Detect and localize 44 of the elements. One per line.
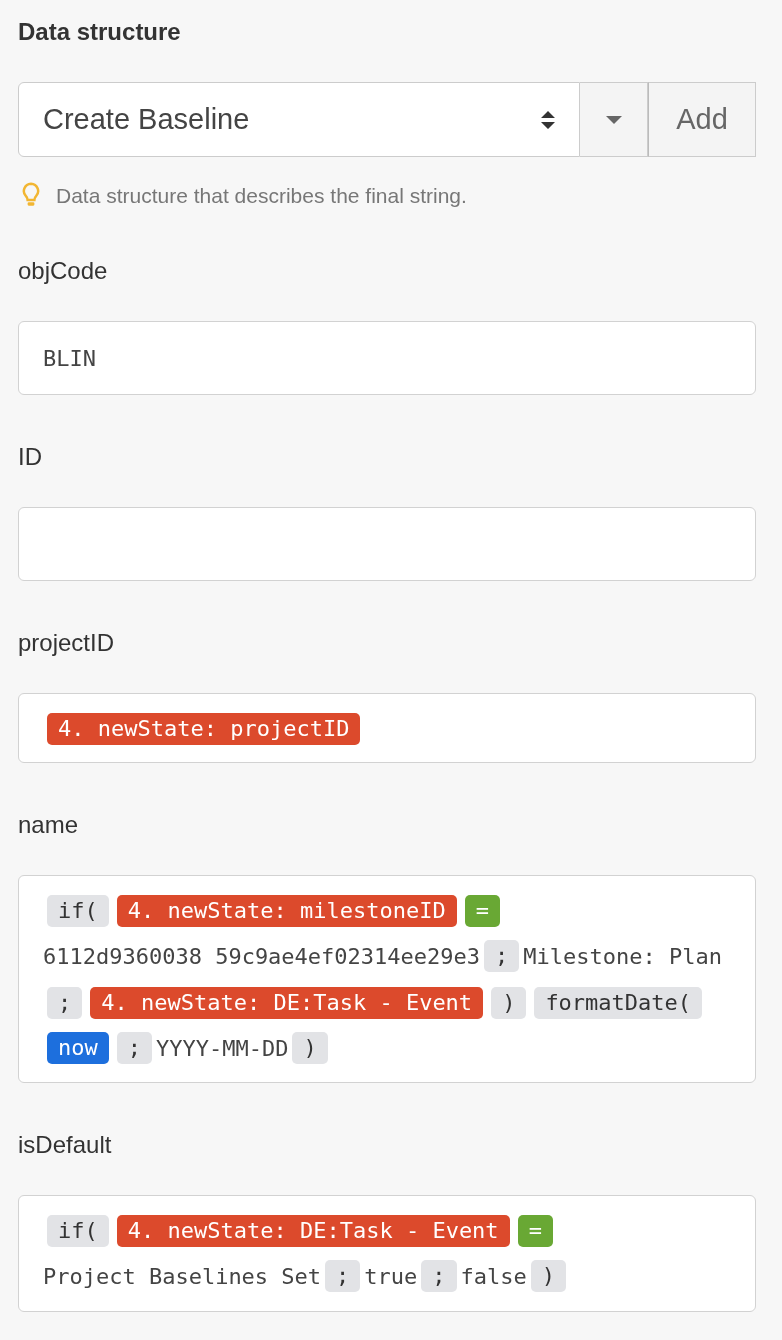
separator-token: ; [325, 1260, 361, 1292]
operator-token: = [464, 895, 500, 927]
structure-select[interactable]: Create Baseline [18, 82, 580, 157]
separator-token: ; [421, 1260, 457, 1292]
formula-text: 6112d9360038 [43, 943, 202, 969]
formula-field[interactable]: if( 4. newState: milestoneID = 6112d9360038 59c9ae4ef02314ee29e3 ; Milestone: Plan ; 4. newState: DE:Task - Event ) formatDate( now ; YYYY-MM-DD ) [18, 875, 756, 1083]
lightbulb-icon [22, 182, 40, 209]
formula-field[interactable]: if( 4. newState: DE:Task - Event = Project Baselines Set ; true ; false ) [18, 1195, 756, 1312]
formula-text: 59c9ae4ef02314ee29e3 [215, 943, 481, 969]
caret-icon [605, 115, 622, 124]
field-label: isDefault [18, 1130, 113, 1160]
formula-field[interactable]: 4. newState: projectID [18, 693, 756, 763]
separator-token: ; [47, 986, 83, 1019]
dropdown-button[interactable] [580, 82, 648, 157]
formula-text: Project [43, 1263, 136, 1289]
input-field[interactable] [18, 507, 756, 581]
separator-token: ; [116, 1031, 152, 1064]
operator-token: = [517, 1215, 553, 1247]
add-button[interactable]: Add [648, 82, 756, 157]
variable-token: 4. newState: DE:Task - Event [116, 1215, 510, 1247]
separator-token: ) [530, 1260, 567, 1292]
formula-text: YYYY-MM-DD [156, 1035, 289, 1060]
function-token: if( [47, 1215, 109, 1247]
input-field[interactable]: BLIN [18, 321, 756, 395]
field-label: projectID [18, 628, 116, 658]
up-down-arrows-icon [541, 110, 555, 129]
formula-text: true [364, 1263, 418, 1289]
hint-text: Data structure that describes the final string. [56, 183, 467, 208]
formula-text: false [460, 1263, 527, 1289]
formula-text: Baselines Set [148, 1263, 322, 1289]
field-label: objCode [18, 256, 109, 286]
variable-token: 4. newState: projectID [47, 713, 361, 745]
separator-token: ) [491, 986, 527, 1019]
field-label: name [18, 810, 80, 840]
variable-token: 4. newState: DE:Task - Event [90, 986, 484, 1019]
field-label: ID [18, 442, 43, 472]
variable-token: 4. newState: milestoneID [116, 895, 457, 927]
separator-token: ; [484, 940, 520, 972]
function-token: if( [47, 895, 109, 927]
function-token: formatDate( [534, 986, 703, 1019]
section-heading: Data structure [18, 17, 182, 47]
separator-token: ) [292, 1031, 328, 1064]
keyword-token: now [47, 1031, 109, 1064]
formula-text: Milestone: Plan [523, 943, 722, 969]
